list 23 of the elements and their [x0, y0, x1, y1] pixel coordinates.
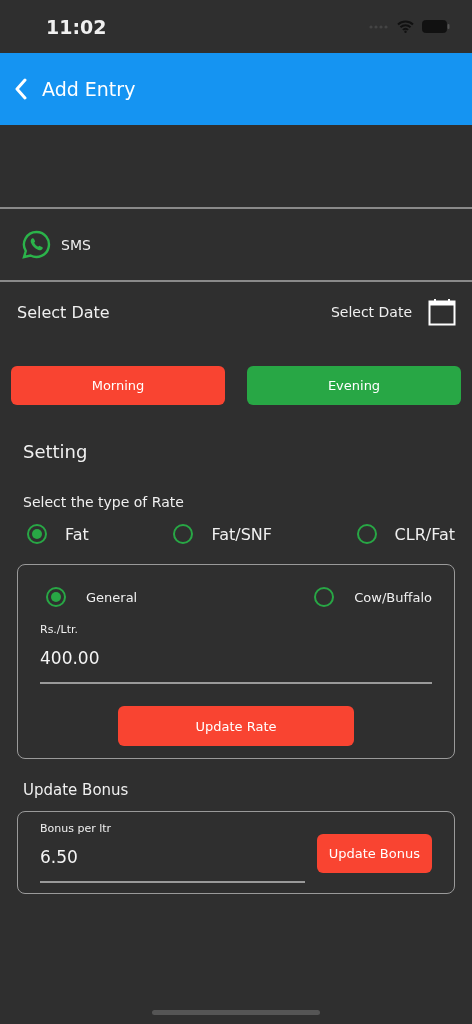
date-value[interactable]: Select Date [330, 304, 412, 320]
sms-label[interactable]: SMS [61, 236, 91, 253]
section-title: Setting [23, 441, 89, 462]
status-time: 11:02 [46, 15, 107, 38]
wifi-icon [397, 20, 414, 33]
update-rate-button[interactable]: Update Rate [118, 706, 354, 746]
battery-icon [422, 20, 450, 33]
radio-option[interactable]: CLR/Fat [356, 524, 455, 544]
section-title: Update Bonus [23, 781, 130, 799]
radio-option[interactable]: General [46, 587, 138, 607]
rate-type-label: Select the type of Rate [23, 494, 185, 510]
chat-phone-icon[interactable] [22, 230, 51, 259]
update-bonus-button[interactable]: Update Bonus [316, 834, 432, 873]
radio-option[interactable]: Fat [27, 524, 89, 544]
radio-option[interactable]: Cow/Buffalo [314, 587, 432, 607]
back-icon[interactable] [14, 78, 28, 100]
date-label: Select Date [17, 302, 111, 322]
rate-input[interactable]: Rs./Ltr. 400.00 [40, 623, 432, 684]
bonus-input[interactable]: Bonus per ltr 6.50 [40, 822, 305, 883]
screen-title: Add Entry [42, 78, 136, 100]
calendar-icon[interactable] [428, 298, 456, 326]
shift-button[interactable]: Morning [11, 366, 225, 405]
radio-option[interactable]: Fat/SNF [173, 524, 272, 544]
